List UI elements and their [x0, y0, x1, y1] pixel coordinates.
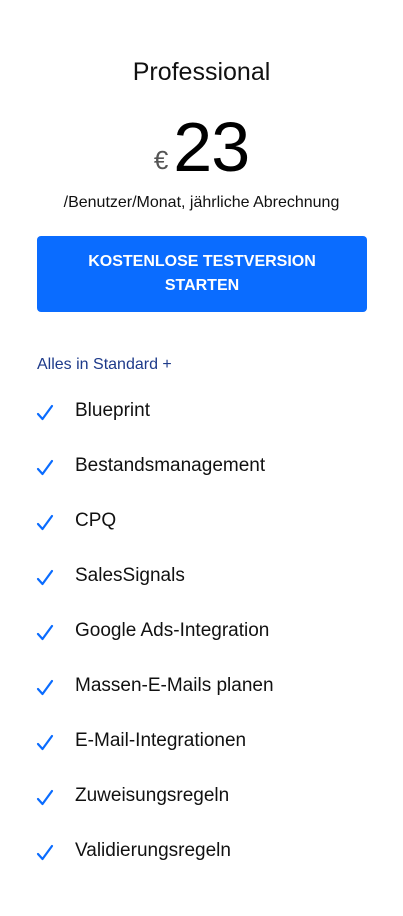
feature-item: Blueprint — [36, 400, 274, 455]
check-icon — [36, 514, 54, 531]
feature-item: Validierungsregeln — [36, 840, 274, 895]
feature-item: Bestandsmanagement — [36, 455, 274, 510]
price-row: € 23 — [0, 112, 403, 182]
feature-label: CPQ — [75, 510, 117, 531]
feature-label: Validierungsregeln — [75, 840, 231, 861]
feature-label: E-Mail-Integrationen — [75, 730, 247, 751]
check-icon — [36, 459, 54, 476]
feature-item: Google Ads-Integration — [36, 620, 274, 675]
feature-label: Blueprint — [75, 400, 150, 421]
feature-label: Massen-E-Mails planen — [75, 675, 274, 696]
feature-label: Google Ads-Integration — [75, 620, 270, 641]
check-icon — [36, 624, 54, 641]
feature-label: Zuweisungsregeln — [75, 785, 230, 806]
plan-title: Professional — [132, 58, 271, 86]
start-free-trial-button[interactable]: KOSTENLOSE TESTVERSION STARTEN — [37, 236, 367, 312]
check-icon — [36, 404, 54, 421]
billing-note: /Benutzer/Monat, jährliche Abrechnung — [63, 194, 340, 211]
standard-plan-link[interactable]: Standard — [93, 356, 158, 373]
check-icon — [36, 844, 54, 861]
feature-item: Zuweisungsregeln — [36, 785, 274, 840]
feature-label: Bestandsmanagement — [75, 455, 266, 476]
currency-symbol: € — [153, 145, 169, 175]
check-icon — [36, 679, 54, 696]
price-amount: 23 — [173, 108, 250, 186]
feature-list: Blueprint Bestandsmanagement CPQ SalesSi… — [36, 400, 274, 895]
includes-suffix: + — [157, 356, 172, 373]
check-icon — [36, 734, 54, 751]
feature-label: SalesSignals — [75, 565, 185, 586]
includes-line: Alles in Standard + — [37, 356, 172, 374]
check-icon — [36, 789, 54, 806]
includes-prefix: Alles in — [37, 356, 94, 373]
check-icon — [36, 569, 54, 586]
pricing-card: Professional € 23 /Benutzer/Monat, jährl… — [0, 0, 403, 916]
feature-item: E-Mail-Integrationen — [36, 730, 274, 785]
feature-item: Massen-E-Mails planen — [36, 675, 274, 730]
feature-item: CPQ — [36, 510, 274, 565]
feature-item: SalesSignals — [36, 565, 274, 620]
